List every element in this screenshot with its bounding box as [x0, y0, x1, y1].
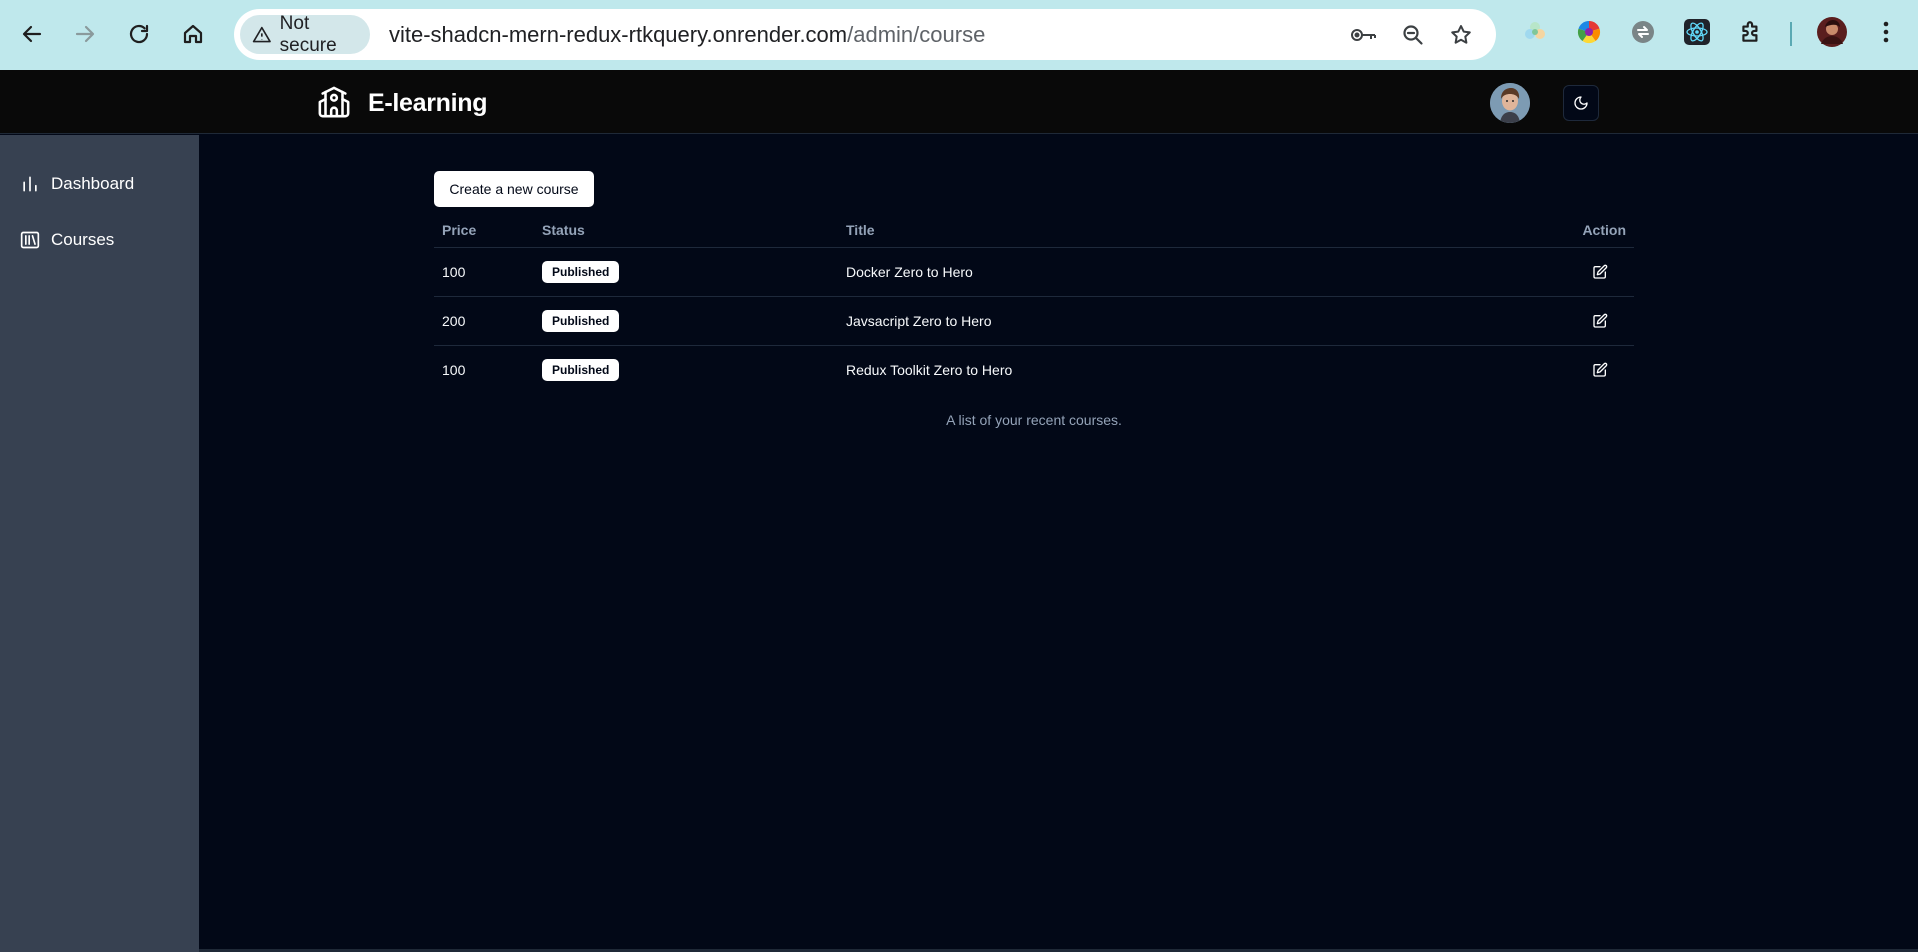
edit-icon — [1593, 362, 1608, 377]
column-header-price: Price — [442, 222, 477, 238]
security-label: Not secure — [279, 12, 337, 56]
extension-button-3[interactable] — [1628, 17, 1658, 47]
warning-icon — [252, 26, 271, 42]
star-icon — [1451, 25, 1471, 44]
user-avatar[interactable] — [1490, 83, 1530, 123]
home-icon — [183, 24, 203, 44]
arrow-right-icon — [75, 25, 95, 43]
sync-icon — [1632, 21, 1654, 43]
url-text[interactable]: vite-shadcn-mern-redux-rtkquery.onrender… — [389, 22, 985, 48]
extension-button-1[interactable] — [1520, 17, 1550, 47]
more-vertical-icon — [1883, 21, 1889, 43]
edit-course-button[interactable] — [1590, 311, 1610, 331]
bar-chart-icon — [23, 176, 37, 192]
color-wheel-icon — [1577, 20, 1601, 44]
course-title: Docker Zero to Hero — [846, 264, 973, 280]
edit-icon — [1593, 313, 1608, 328]
extension-button-4[interactable] — [1682, 17, 1712, 47]
table-header: Price Status Title Action — [434, 212, 1634, 248]
sidebar-item-dashboard[interactable]: Dashboard — [20, 170, 134, 198]
app-title[interactable]: E-learning — [368, 89, 488, 118]
bookmark-button[interactable] — [1447, 21, 1475, 49]
status-badge: Published — [542, 359, 620, 381]
url-host: vite-shadcn-mern-redux-rtkquery.onrender… — [389, 22, 848, 47]
course-price: 100 — [442, 362, 466, 378]
reload-button[interactable] — [119, 14, 159, 54]
browser-menu-button[interactable] — [1871, 17, 1901, 47]
user-photo-icon — [1490, 83, 1530, 123]
sidebar-item-label: Courses — [51, 230, 115, 249]
edit-course-button[interactable] — [1590, 360, 1610, 380]
react-icon — [1684, 19, 1710, 45]
edit-course-button[interactable] — [1590, 262, 1610, 282]
sidebar-item-label: Dashboard — [51, 174, 135, 193]
toolbar-separator — [1790, 22, 1792, 46]
arrow-left-icon — [22, 25, 42, 43]
flower-icon — [1525, 22, 1545, 39]
sidebar-item-courses[interactable]: Courses — [20, 226, 114, 254]
app-header: E-learning — [0, 70, 1918, 134]
browser-toolbar: Not secure vite-shadcn-mern-redux-rtkque… — [0, 0, 1918, 70]
extensions-menu-button[interactable] — [1736, 17, 1766, 47]
course-price: 100 — [442, 264, 466, 280]
status-badge: Published — [542, 261, 620, 283]
column-header-status: Status — [542, 222, 585, 238]
library-icon — [20, 231, 40, 249]
address-bar[interactable]: Not secure vite-shadcn-mern-redux-rtkque… — [234, 9, 1496, 60]
moon-icon — [1574, 96, 1588, 110]
table-caption: A list of your recent courses. — [946, 412, 1122, 428]
edit-icon — [1593, 264, 1608, 279]
column-header-action: Action — [1582, 222, 1626, 238]
status-badge: Published — [542, 310, 620, 332]
home-button[interactable] — [173, 14, 213, 54]
profile-avatar-icon — [1817, 17, 1847, 47]
course-title: Javsacript Zero to Hero — [846, 313, 992, 329]
forward-button[interactable] — [65, 14, 105, 54]
puzzle-icon — [1742, 21, 1758, 42]
column-header-title: Title — [846, 222, 875, 238]
profile-button[interactable] — [1817, 17, 1847, 47]
security-chip[interactable]: Not secure — [240, 12, 370, 56]
courses-table: Price Status Title Action 100 Published … — [434, 212, 1634, 395]
key-icon — [1351, 29, 1376, 41]
reload-icon — [129, 24, 149, 44]
sidebar: Dashboard Courses — [0, 135, 199, 952]
zoom-button[interactable] — [1399, 21, 1427, 49]
theme-toggle-button[interactable] — [1563, 85, 1599, 121]
create-course-button[interactable]: Create a new course — [434, 171, 594, 207]
url-path: /admin/course — [847, 22, 986, 47]
table-row: 200 Published Javsacript Zero to Hero — [434, 297, 1634, 346]
back-button[interactable] — [12, 14, 52, 54]
table-row: 100 Published Docker Zero to Hero — [434, 248, 1634, 297]
course-title: Redux Toolkit Zero to Hero — [846, 362, 1013, 378]
extension-button-2[interactable] — [1574, 17, 1604, 47]
password-key-button[interactable] — [1350, 21, 1378, 49]
school-icon — [318, 86, 350, 118]
course-price: 200 — [442, 313, 466, 329]
table-row: 100 Published Redux Toolkit Zero to Hero — [434, 346, 1634, 395]
zoom-out-icon — [1403, 25, 1423, 45]
